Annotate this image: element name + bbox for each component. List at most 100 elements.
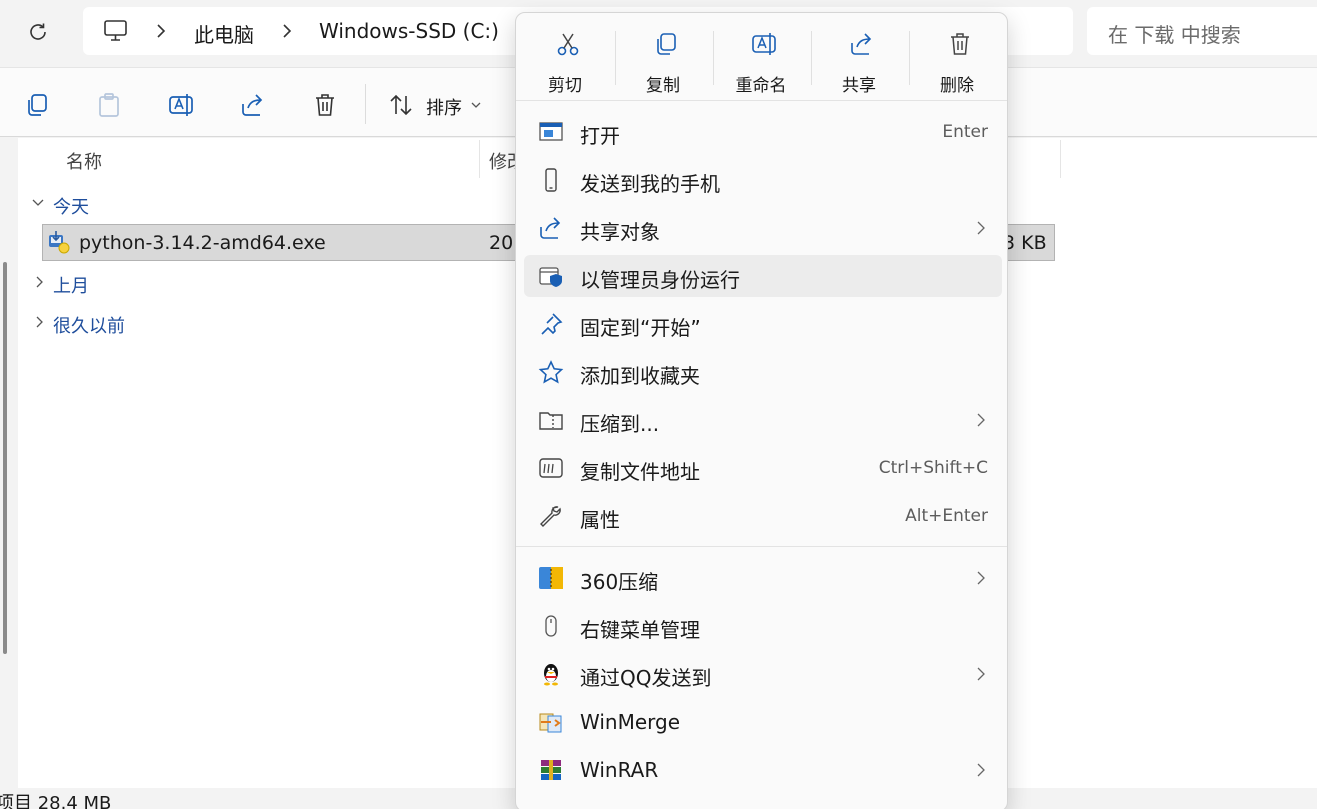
copy-icon[interactable]	[24, 92, 50, 118]
winmerge-icon	[538, 710, 564, 734]
file-size: 3 KB	[1003, 232, 1047, 254]
menu-item-winmerge[interactable]: WinMerge	[524, 701, 1002, 743]
share-label: 共享	[842, 76, 876, 96]
chevron-right-icon[interactable]	[33, 275, 47, 289]
menu-item-share-with[interactable]: 共享对象	[524, 207, 1002, 249]
status-text: 项目 28.4 MB	[0, 793, 112, 809]
menu-item-label: WinRAR	[580, 758, 659, 782]
menu-item-label: 右键菜单管理	[580, 618, 700, 642]
menu-item-label: 打开	[580, 124, 620, 148]
toolbar-divider	[365, 84, 366, 124]
admin-shield-icon	[538, 264, 564, 288]
menu-item-add-favorite[interactable]: 添加到收藏夹	[524, 351, 1002, 393]
menu-item-label: 发送到我的手机	[580, 172, 720, 196]
share-icon	[849, 31, 875, 57]
computer-icon[interactable]	[103, 19, 129, 43]
rename-icon[interactable]	[168, 92, 194, 118]
menu-item-open[interactable]: 打开 Enter	[524, 111, 1002, 153]
chevron-right-icon	[976, 220, 986, 236]
menu-item-send-to-phone[interactable]: 发送到我的手机	[524, 159, 1002, 201]
sort-icon[interactable]	[388, 92, 414, 118]
quick-divider	[909, 31, 910, 85]
chevron-right-icon	[976, 762, 986, 778]
share-icon[interactable]	[240, 92, 266, 118]
sort-button[interactable]: 排序	[426, 94, 462, 120]
menu-item-copy-path[interactable]: 复制文件地址 Ctrl+Shift+C	[524, 447, 1002, 489]
breadcrumb-chevron-icon[interactable]	[280, 22, 294, 40]
menu-item-label: 共享对象	[580, 220, 660, 244]
rename-label: 重命名	[735, 76, 787, 96]
star-icon	[538, 360, 564, 384]
chevron-right-icon	[976, 570, 986, 586]
menu-item-shortcut: Ctrl+Shift+C	[878, 458, 988, 478]
group-today[interactable]: 今天	[53, 193, 89, 219]
column-divider[interactable]	[1060, 140, 1061, 178]
menu-item-label: 固定到“开始”	[580, 316, 701, 340]
zip-folder-icon	[538, 408, 564, 432]
menu-item-shortcut: Alt+Enter	[905, 506, 988, 526]
menu-item-label: 复制文件地址	[580, 460, 700, 484]
menu-item-label: 通过QQ发送到	[580, 666, 712, 690]
copy-button[interactable]: 复制	[617, 19, 709, 97]
menu-item-pin-to-start[interactable]: 固定到“开始”	[524, 303, 1002, 345]
delete-button[interactable]: 删除	[911, 19, 1003, 97]
rename-button[interactable]: 重命名	[715, 19, 807, 97]
chevron-right-icon[interactable]	[33, 315, 47, 329]
breadcrumb-this-pc[interactable]: 此电脑	[194, 19, 254, 48]
menu-item-360-zip[interactable]: 360压缩	[524, 557, 1002, 599]
menu-item-winrar[interactable]: WinRAR	[524, 749, 1002, 791]
menu-item-send-via-qq[interactable]: 通过QQ发送到	[524, 653, 1002, 695]
rename-icon	[751, 31, 777, 57]
menu-item-context-menu-manager[interactable]: 右键菜单管理	[524, 605, 1002, 647]
menu-item-label: WinMerge	[580, 710, 680, 734]
qq-penguin-icon	[538, 662, 564, 686]
search-placeholder: 在 下载 中搜索	[1108, 23, 1241, 47]
quick-divider	[811, 31, 812, 85]
copy-icon	[653, 31, 679, 57]
python-installer-icon	[47, 231, 71, 255]
refresh-icon[interactable]	[26, 20, 50, 44]
file-name[interactable]: python-3.14.2-amd64.exe	[79, 232, 326, 254]
chevron-right-icon	[976, 412, 986, 428]
mouse-icon	[538, 614, 564, 638]
menu-item-label: 以管理员身份运行	[580, 268, 740, 292]
scissors-icon	[555, 31, 581, 57]
breadcrumb-chevron-icon[interactable]	[154, 22, 168, 40]
menu-separator	[516, 546, 1007, 547]
share-icon	[538, 216, 564, 240]
chevron-down-icon[interactable]	[470, 100, 482, 110]
wrench-icon	[538, 504, 564, 528]
chevron-down-icon[interactable]	[31, 196, 45, 210]
group-last-month[interactable]: 上月	[53, 272, 89, 298]
quick-divider	[615, 31, 616, 85]
share-button[interactable]: 共享	[813, 19, 905, 97]
column-header-name[interactable]: 名称	[66, 148, 102, 174]
open-window-icon	[538, 120, 564, 144]
copy-label: 复制	[646, 76, 680, 96]
quick-divider	[713, 31, 714, 85]
pin-icon	[538, 312, 564, 336]
menu-item-shortcut: Enter	[942, 122, 988, 142]
trash-icon[interactable]	[312, 92, 338, 118]
cut-button[interactable]: 剪切	[519, 19, 611, 97]
menu-item-compress-to[interactable]: 压缩到...	[524, 399, 1002, 441]
scrollbar-thumb[interactable]	[3, 262, 7, 654]
360-zip-icon	[538, 566, 564, 590]
delete-label: 删除	[940, 76, 974, 96]
menu-item-label: 添加到收藏夹	[580, 364, 700, 388]
paste-icon[interactable]	[96, 92, 122, 118]
menu-item-run-as-admin[interactable]: 以管理员身份运行	[524, 255, 1002, 297]
menu-item-label: 属性	[580, 508, 620, 532]
context-menu-quick-actions: 剪切 复制 重命名 共享 删除	[516, 13, 1007, 101]
cut-label: 剪切	[548, 76, 582, 96]
group-long-ago[interactable]: 很久以前	[53, 312, 125, 338]
breadcrumb-drive[interactable]: Windows-SSD (C:)	[319, 19, 499, 43]
menu-item-label: 压缩到...	[580, 412, 660, 436]
menu-item-properties[interactable]: 属性 Alt+Enter	[524, 495, 1002, 537]
menu-item-label: 360压缩	[580, 570, 659, 594]
trash-icon	[947, 31, 973, 57]
phone-icon	[538, 168, 564, 192]
winrar-icon	[538, 758, 564, 782]
column-divider[interactable]	[479, 140, 480, 178]
context-menu: 剪切 复制 重命名 共享 删除 打开 Enter 发送到我的手机 共享对象 以管…	[515, 12, 1008, 809]
